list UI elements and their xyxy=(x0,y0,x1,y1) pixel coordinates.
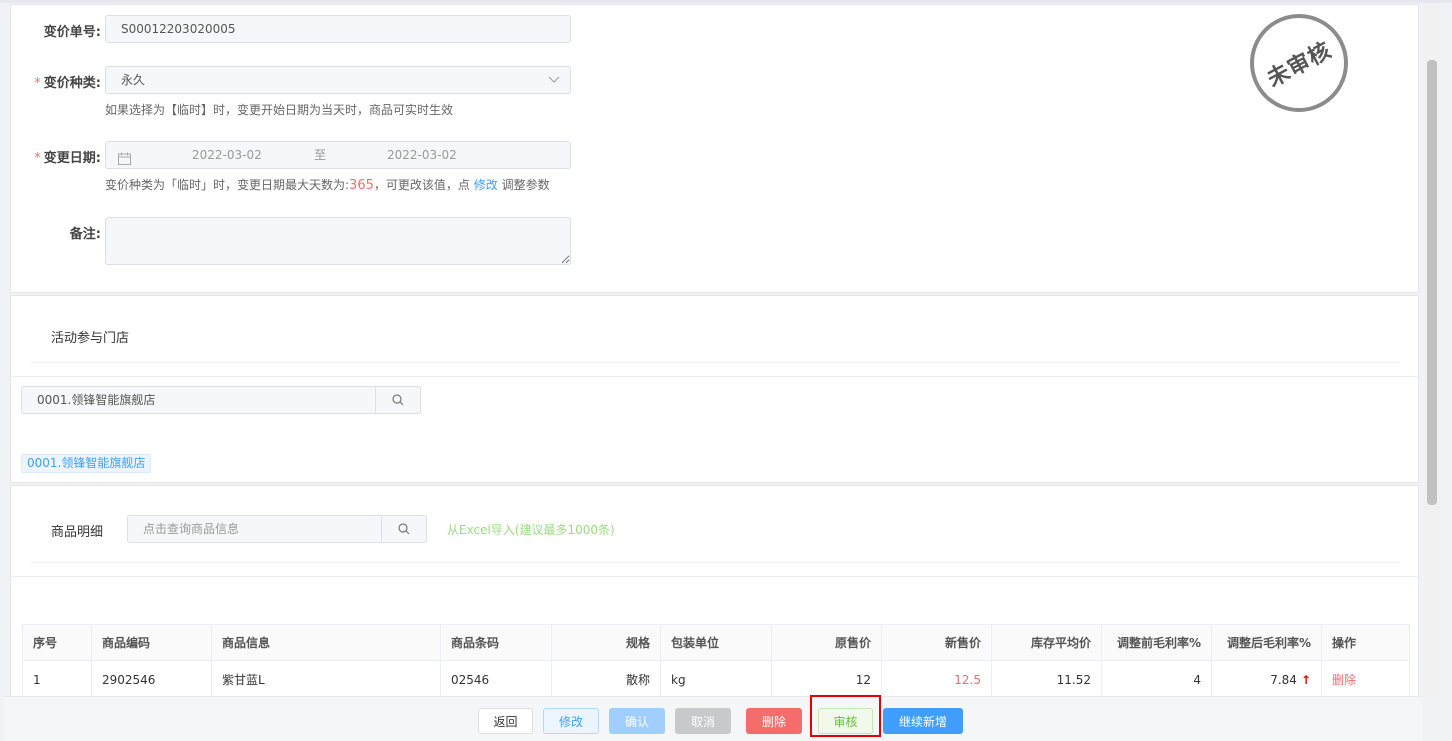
store-card: 活动参与门店 0001.领锋智能旗舰店 0001.领锋智能旗舰店 xyxy=(10,295,1419,483)
cell-margin-before: 4 xyxy=(1101,660,1212,699)
col-header: 商品条码 xyxy=(440,624,552,661)
edit-param-link[interactable]: 修改 xyxy=(474,178,498,192)
change-type-label-text: 变价种类: xyxy=(43,76,101,91)
col-header: 调整后毛利率% xyxy=(1211,624,1322,661)
store-section-title: 活动参与门店 xyxy=(51,331,130,346)
order-no-value: S00012203020005 xyxy=(121,22,236,36)
cell-action: 删除 xyxy=(1321,660,1410,699)
search-icon xyxy=(398,523,410,535)
divider xyxy=(31,562,1400,563)
audit-button[interactable]: 审核 xyxy=(818,708,873,734)
search-icon xyxy=(392,394,404,406)
order-no-field: S00012203020005 xyxy=(105,15,571,43)
top-border xyxy=(0,0,1452,3)
delete-row-link[interactable]: 删除 xyxy=(1332,673,1356,687)
arrow-up-icon: ↑ xyxy=(1300,672,1311,687)
cell-seq: 1 xyxy=(22,660,92,699)
delete-button[interactable]: 删除 xyxy=(746,708,802,734)
chevron-down-icon xyxy=(548,67,560,102)
divider xyxy=(31,362,1400,363)
date-separator: 至 xyxy=(314,148,327,162)
table-header-row: 序号 商品编码 商品信息 商品条码 规格 包装单位 原售价 新售价 库存平均价 … xyxy=(22,624,1410,661)
col-header: 商品编码 xyxy=(91,624,212,661)
store-search-input[interactable]: 0001.领锋智能旗舰店 xyxy=(21,386,421,414)
change-date-label: * 变更日期: xyxy=(11,147,101,166)
goods-search-placeholder: 点击查询商品信息 xyxy=(143,522,240,536)
cell-new-price[interactable]: 12.5 xyxy=(881,660,992,699)
cancel-button[interactable]: 取消 xyxy=(675,708,731,734)
date-hint-prefix: 变价种类为「临时」时，变更日期最大天数为: xyxy=(105,178,350,192)
col-header: 规格 xyxy=(551,624,661,661)
col-header: 序号 xyxy=(22,624,92,661)
confirm-button[interactable]: 确认 xyxy=(609,708,665,734)
remark-label: 备注: xyxy=(69,227,101,242)
cell-margin-after: 7.84 ↑ xyxy=(1211,660,1322,699)
change-type-select[interactable]: 永久 xyxy=(105,66,571,94)
edit-button[interactable]: 修改 xyxy=(543,708,599,734)
date-hint-suffix: 调整参数 xyxy=(501,178,550,192)
required-mark: * xyxy=(34,151,41,166)
date-range-picker[interactable]: 2022-03-02 至 2022-03-02 xyxy=(105,141,571,169)
change-type-hint: 如果选择为【临时】时，变更开始日期为当天时，商品可实时生效 xyxy=(105,103,454,117)
date-hint-mid: ，可更改该值，点 xyxy=(373,178,470,192)
stamp-text: 未审核 xyxy=(1263,37,1337,93)
change-date-hint: 变价种类为「临时」时，变更日期最大天数为:365，可更改该值，点 修改 调整参数 xyxy=(105,176,550,193)
cell-spec: 散称 xyxy=(551,660,661,699)
cell-barcode: 02546 xyxy=(440,660,552,699)
footer-action-bar: 返回 修改 确认 取消 删除 审核 继续新增 xyxy=(4,695,1422,741)
order-no-label: 变价单号: xyxy=(43,25,101,40)
goods-table: 序号 商品编码 商品信息 商品条码 规格 包装单位 原售价 新售价 库存平均价 … xyxy=(22,624,1410,699)
col-header: 调整前毛利率% xyxy=(1101,624,1212,661)
store-search-value: 0001.领锋智能旗舰店 xyxy=(37,393,156,407)
scrollbar-thumb[interactable] xyxy=(1427,60,1437,505)
col-header: 操作 xyxy=(1321,624,1410,661)
remark-textarea[interactable] xyxy=(105,217,571,265)
date-end-input[interactable]: 2022-03-02 xyxy=(387,142,457,168)
cell-unit: kg xyxy=(660,660,772,699)
date-start-input[interactable]: 2022-03-02 xyxy=(192,142,262,168)
margin-after-value: 7.84 xyxy=(1270,672,1297,687)
divider xyxy=(11,576,1418,577)
basic-info-card: 变价单号: S00012203020005 * 变价种类: 永久 如果选择为【临时… xyxy=(10,4,1419,293)
table-row[interactable]: 1 2902546 紫甘蓝L 02546 散称 kg 12 12.5 11.52… xyxy=(22,660,1410,699)
max-days-value: 365 xyxy=(349,178,374,193)
change-type-value: 永久 xyxy=(121,73,146,87)
col-header: 原售价 xyxy=(771,624,882,661)
excel-import-link[interactable]: 从Excel导入(建议最多1000条) xyxy=(447,521,615,538)
change-type-label: * 变价种类: xyxy=(11,72,101,91)
goods-search-input[interactable]: 点击查询商品信息 xyxy=(127,515,427,543)
cell-code: 2902546 xyxy=(91,660,212,699)
unaudited-stamp: 未审核 xyxy=(1250,14,1348,112)
col-header: 新售价 xyxy=(881,624,992,661)
col-header: 商品信息 xyxy=(211,624,441,661)
back-button[interactable]: 返回 xyxy=(478,708,533,734)
col-header: 库存平均价 xyxy=(991,624,1102,661)
store-search-button[interactable] xyxy=(375,387,420,413)
divider xyxy=(11,376,1418,377)
change-date-label-text: 变更日期: xyxy=(43,151,101,166)
store-tag: 0001.领锋智能旗舰店 xyxy=(21,454,152,473)
required-mark: * xyxy=(34,76,41,91)
goods-search-button[interactable] xyxy=(381,516,426,542)
continue-add-button[interactable]: 继续新增 xyxy=(883,708,963,734)
col-header: 包装单位 xyxy=(660,624,772,661)
cell-old-price: 12 xyxy=(771,660,882,699)
cell-name: 紫甘蓝L xyxy=(211,660,441,699)
calendar-icon xyxy=(118,148,131,174)
goods-section-title: 商品明细 xyxy=(51,525,104,540)
cell-avg-cost: 11.52 xyxy=(991,660,1102,699)
